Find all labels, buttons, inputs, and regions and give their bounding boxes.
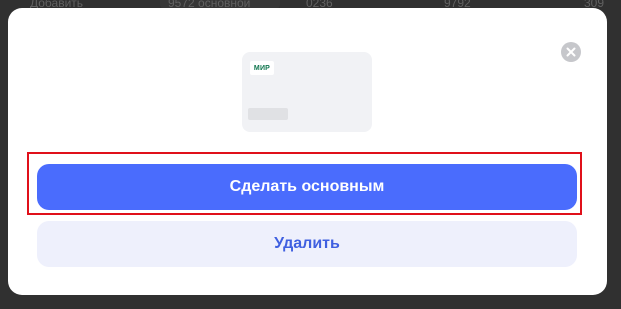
make-default-button[interactable]: Сделать основным — [37, 164, 577, 210]
close-icon — [566, 47, 576, 57]
bank-card: МИР — [242, 52, 372, 132]
close-button[interactable] — [561, 42, 581, 62]
mir-logo: МИР — [250, 61, 274, 75]
delete-card-button[interactable]: Удалить — [37, 221, 577, 267]
card-options-modal: МИР Сделать основным Удалить — [8, 8, 607, 295]
masked-card-number — [248, 108, 288, 120]
